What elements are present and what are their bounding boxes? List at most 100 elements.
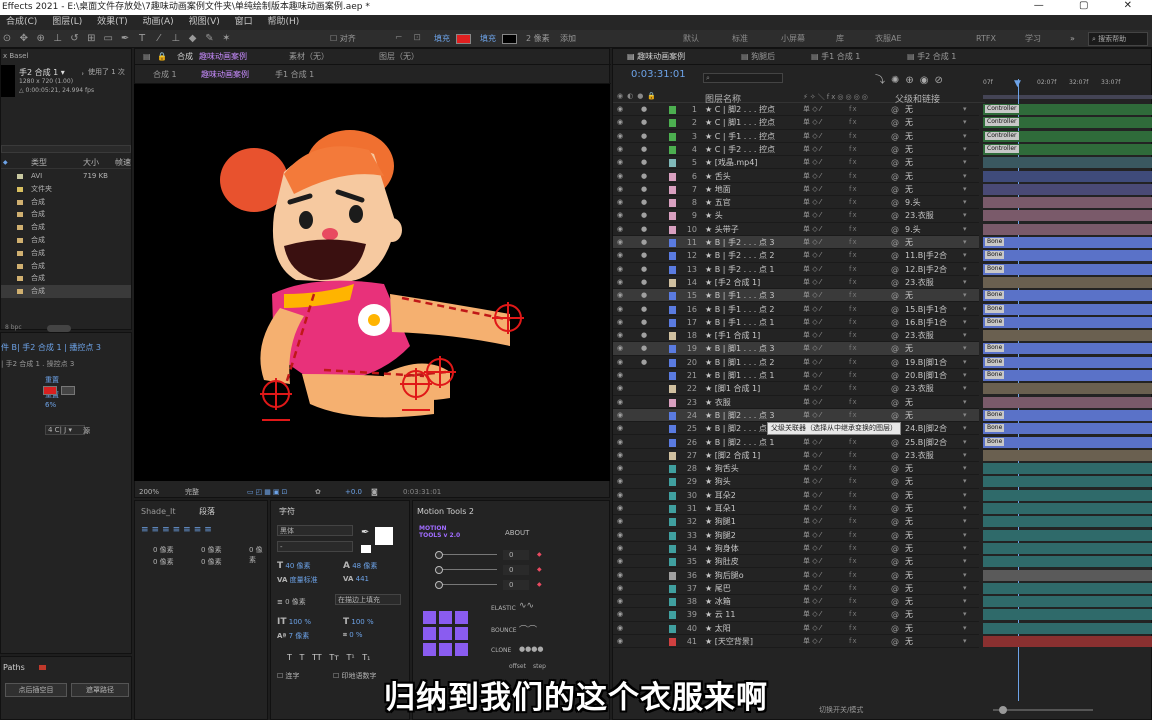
project-item[interactable]: 合成: [1, 221, 131, 234]
clone-button[interactable]: CLONE: [491, 647, 511, 654]
layer-duration-bar[interactable]: Controller: [983, 130, 1152, 142]
small-caps-button[interactable]: Tт: [329, 653, 339, 662]
minimize-button[interactable]: —: [1034, 0, 1060, 11]
tab-layer[interactable]: 图层（无）: [379, 50, 419, 64]
pen-tool-icon[interactable]: ✒: [118, 30, 132, 48]
slider-track-2[interactable]: [435, 569, 497, 570]
vscale-value[interactable]: 100 %: [289, 618, 311, 626]
comp-name[interactable]: 手2 合成 1 ▾: [19, 67, 65, 78]
subscript-button[interactable]: T₁: [362, 653, 370, 662]
align-toggle[interactable]: ☐ 对齐: [330, 30, 356, 48]
pan-tool-icon[interactable]: ⊞: [84, 30, 98, 48]
roto-brush-icon[interactable]: ✎: [203, 30, 217, 48]
align-buttons-icon[interactable]: ≡≡≡≡≡≡≡: [141, 525, 215, 535]
layer-duration-bar[interactable]: [983, 330, 1152, 342]
project-item[interactable]: AVI 719 KB: [1, 170, 131, 183]
indent-first[interactable]: 0 像素: [153, 557, 174, 567]
layer-duration-bar[interactable]: [983, 542, 1152, 554]
layer-duration-bar[interactable]: Bone: [983, 436, 1152, 448]
move-tool-icon[interactable]: ⊥: [51, 30, 65, 48]
layer-duration-bar[interactable]: Bone: [983, 409, 1152, 421]
tab-character[interactable]: 字符: [279, 505, 295, 519]
anchor-grid[interactable]: [421, 609, 471, 659]
step-label[interactable]: step: [533, 663, 546, 670]
snapshot-icon[interactable]: ◙: [371, 485, 378, 499]
bpc-label[interactable]: 8 bpc: [5, 324, 22, 331]
slider-track-3[interactable]: [435, 584, 497, 585]
faux-italic-button[interactable]: T: [300, 653, 305, 662]
layer-duration-bar[interactable]: [983, 170, 1152, 182]
workspace-clothes-ae[interactable]: 衣服AE: [875, 30, 902, 48]
stroke-width-value[interactable]: 2 像素: [526, 30, 550, 48]
layer-duration-bar[interactable]: Controller: [983, 117, 1152, 129]
workspace-rtfx[interactable]: RTFX: [976, 30, 996, 48]
layer-duration-bar[interactable]: [983, 569, 1152, 581]
selection-tool-icon[interactable]: ⊙: [0, 30, 14, 48]
type-tool-icon[interactable]: T: [135, 30, 149, 48]
menu-composition[interactable]: 合成(C): [6, 17, 37, 27]
layer-duration-bar[interactable]: Bone: [983, 303, 1152, 315]
layer-duration-bar[interactable]: [983, 596, 1152, 608]
composition-viewer[interactable]: [134, 84, 610, 481]
stroke-color-swatch[interactable]: [502, 34, 517, 44]
project-search[interactable]: [1, 145, 131, 153]
slider-track-1[interactable]: [435, 554, 497, 555]
slider-handle-1[interactable]: [435, 551, 443, 559]
search-help-field[interactable]: ⌕ 搜索帮助: [1088, 32, 1148, 46]
layer-duration-bar[interactable]: [983, 476, 1152, 488]
slider-value-2[interactable]: 0: [503, 565, 529, 575]
layer-duration-bar[interactable]: [983, 622, 1152, 634]
exposure-value[interactable]: +0.0: [345, 485, 362, 499]
clone-stamp-icon[interactable]: ⊥: [169, 30, 183, 48]
layer-duration-bar[interactable]: Bone: [983, 316, 1152, 328]
rectangle-tool-icon[interactable]: ▭: [101, 30, 115, 48]
layer-duration-bar[interactable]: Bone: [983, 370, 1152, 381]
elastic-button[interactable]: ELASTIC: [491, 605, 516, 612]
zoom-select[interactable]: 200%: [139, 485, 159, 499]
color-swatch[interactable]: [43, 386, 57, 395]
tsume-value[interactable]: 0 %: [349, 631, 362, 639]
layer-duration-bar[interactable]: Bone: [983, 343, 1152, 355]
slider-handle-2[interactable]: [435, 566, 443, 574]
layer-duration-bar[interactable]: [983, 489, 1152, 501]
project-item[interactable]: 合成: [1, 247, 131, 260]
layer-duration-bar[interactable]: Controller: [983, 104, 1152, 115]
quality-select[interactable]: 完整: [185, 485, 199, 499]
layer-duration-bar[interactable]: [983, 210, 1152, 222]
faux-bold-button[interactable]: T: [287, 653, 292, 662]
layer-duration-bar[interactable]: Bone: [983, 356, 1152, 368]
panel-menu-icon[interactable]: ▤: [143, 50, 151, 64]
all-caps-button[interactable]: TT: [312, 653, 322, 662]
project-item[interactable]: 合成: [1, 272, 131, 285]
hscale-value[interactable]: 100 %: [351, 618, 373, 626]
subtab-active[interactable]: 趣味动画案例: [201, 68, 249, 82]
layer-duration-bar[interactable]: [983, 529, 1152, 541]
eraser-tool-icon[interactable]: ◆: [186, 30, 200, 48]
mode-value[interactable]: 源: [83, 426, 90, 436]
project-item[interactable]: 文件夹: [1, 183, 131, 196]
menu-view[interactable]: 视图(V): [189, 17, 220, 27]
bpc-toggle[interactable]: [47, 325, 71, 332]
col-rate[interactable]: 帧速: [115, 157, 131, 169]
menu-animation[interactable]: 动画(A): [143, 17, 174, 27]
layer-duration-bar[interactable]: Bone: [983, 250, 1152, 262]
subtab-comp1[interactable]: 合成 1: [153, 68, 177, 82]
layer-duration-bar[interactable]: [983, 516, 1152, 528]
workspace-small-screen[interactable]: 小屏幕: [781, 30, 805, 48]
brush-tool-icon[interactable]: ⁄: [152, 30, 166, 48]
maximize-button[interactable]: ▢: [1079, 0, 1104, 11]
font-style-select[interactable]: -: [277, 541, 353, 552]
baseline-value[interactable]: 7 像素: [289, 632, 310, 640]
motion-tools-title[interactable]: Motion Tools 2: [417, 505, 474, 519]
layer-duration-bar[interactable]: [983, 383, 1152, 395]
font-family-select[interactable]: 黑体: [277, 525, 353, 536]
workspace-standard[interactable]: 标准: [732, 30, 748, 48]
hand-tool-icon[interactable]: ✥: [17, 30, 31, 48]
view-toggle-icons[interactable]: ▭◰▦▣⊡: [247, 485, 289, 499]
swap-colors-icon[interactable]: [361, 545, 371, 553]
project-item[interactable]: 合成: [1, 234, 131, 247]
about-button[interactable]: ABOUT: [505, 529, 529, 537]
close-button[interactable]: ✕: [1124, 0, 1148, 11]
workspace-library[interactable]: 库: [836, 30, 844, 48]
space-before[interactable]: 0 像素: [201, 557, 222, 567]
